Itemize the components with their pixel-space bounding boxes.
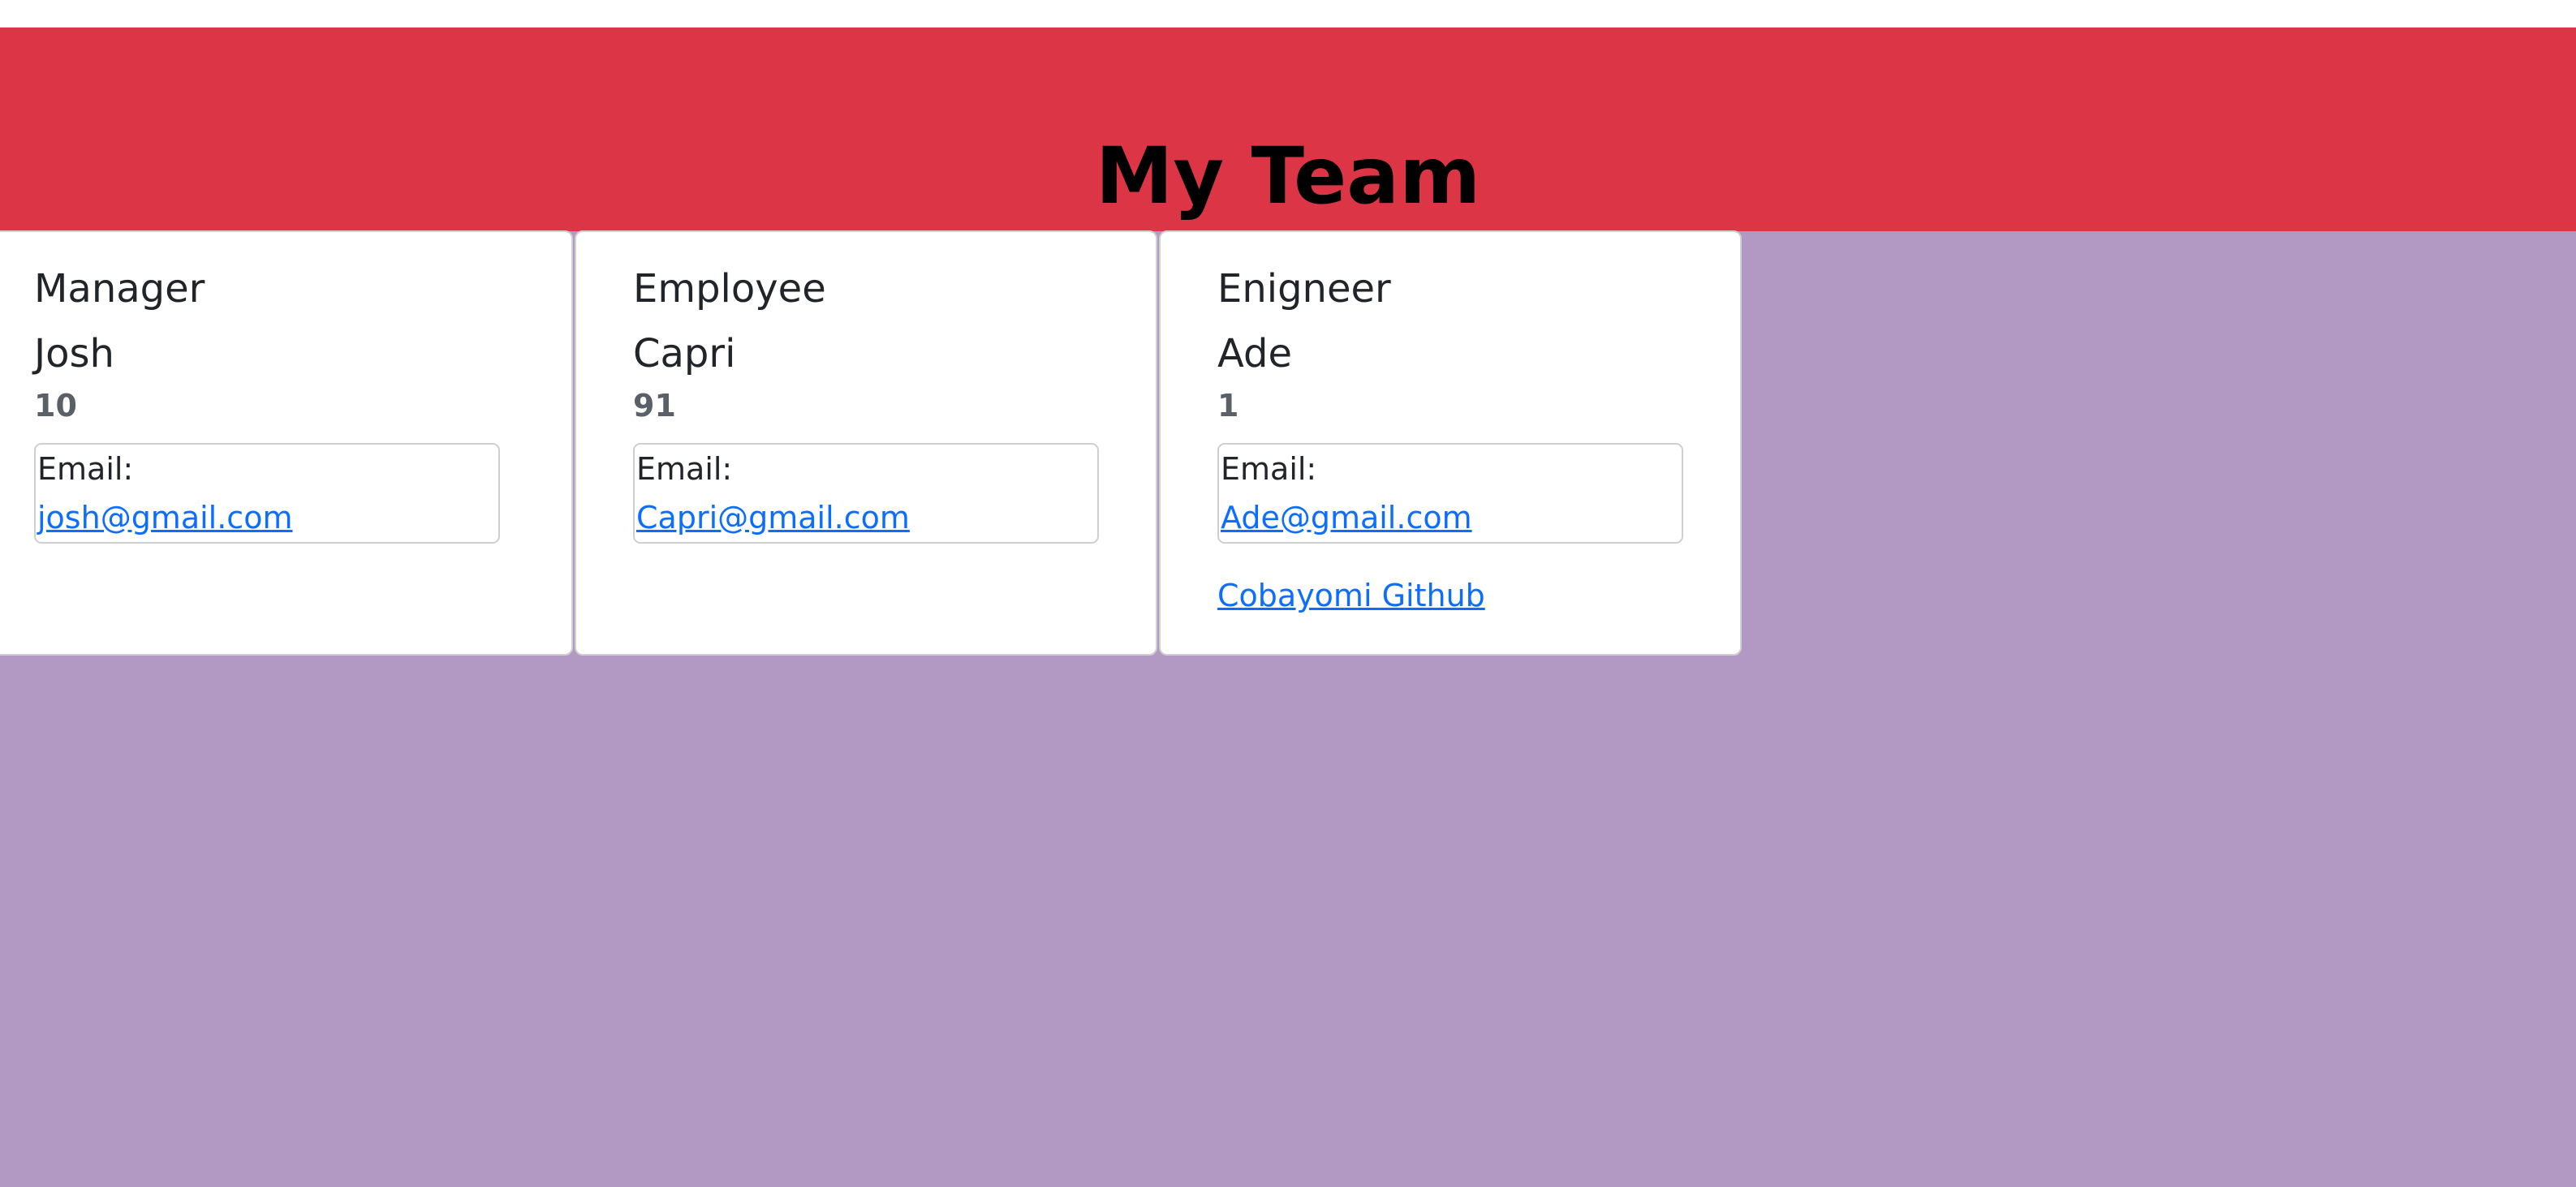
email-link[interactable]: Ade@gmail.com	[1221, 500, 1472, 535]
card-name: Josh	[34, 331, 114, 376]
email-label: Email:	[37, 451, 134, 487]
github-link[interactable]: Cobayomi Github	[1217, 578, 1485, 613]
card-id: 1	[1217, 388, 1239, 424]
card-name: Ade	[1217, 331, 1292, 376]
card-role: Enigneer	[1217, 266, 1391, 312]
card-id: 91	[633, 388, 676, 424]
engineer-card: Enigneer Ade 1 Email: Ade@gmail.com Coba…	[1159, 230, 1742, 656]
manager-card: Manager Josh 10 Email: josh@gmail.com	[0, 230, 573, 656]
email-label: Email:	[1221, 451, 1317, 487]
email-box: Email: Ade@gmail.com	[1217, 443, 1683, 544]
card-name: Capri	[633, 331, 736, 376]
email-box: Email: josh@gmail.com	[34, 443, 500, 544]
header-banner: My Team	[0, 28, 2576, 231]
card-role: Manager	[34, 266, 205, 312]
email-link[interactable]: josh@gmail.com	[37, 500, 292, 535]
email-box: Email: Capri@gmail.com	[633, 443, 1099, 544]
page-title: My Team	[1095, 131, 1481, 221]
card-role: Employee	[633, 266, 826, 312]
top-strip	[0, 0, 2576, 28]
card-id: 10	[34, 388, 77, 424]
email-label: Email:	[636, 451, 733, 487]
email-link[interactable]: Capri@gmail.com	[636, 500, 910, 535]
employee-card: Employee Capri 91 Email: Capri@gmail.com	[575, 230, 1157, 656]
